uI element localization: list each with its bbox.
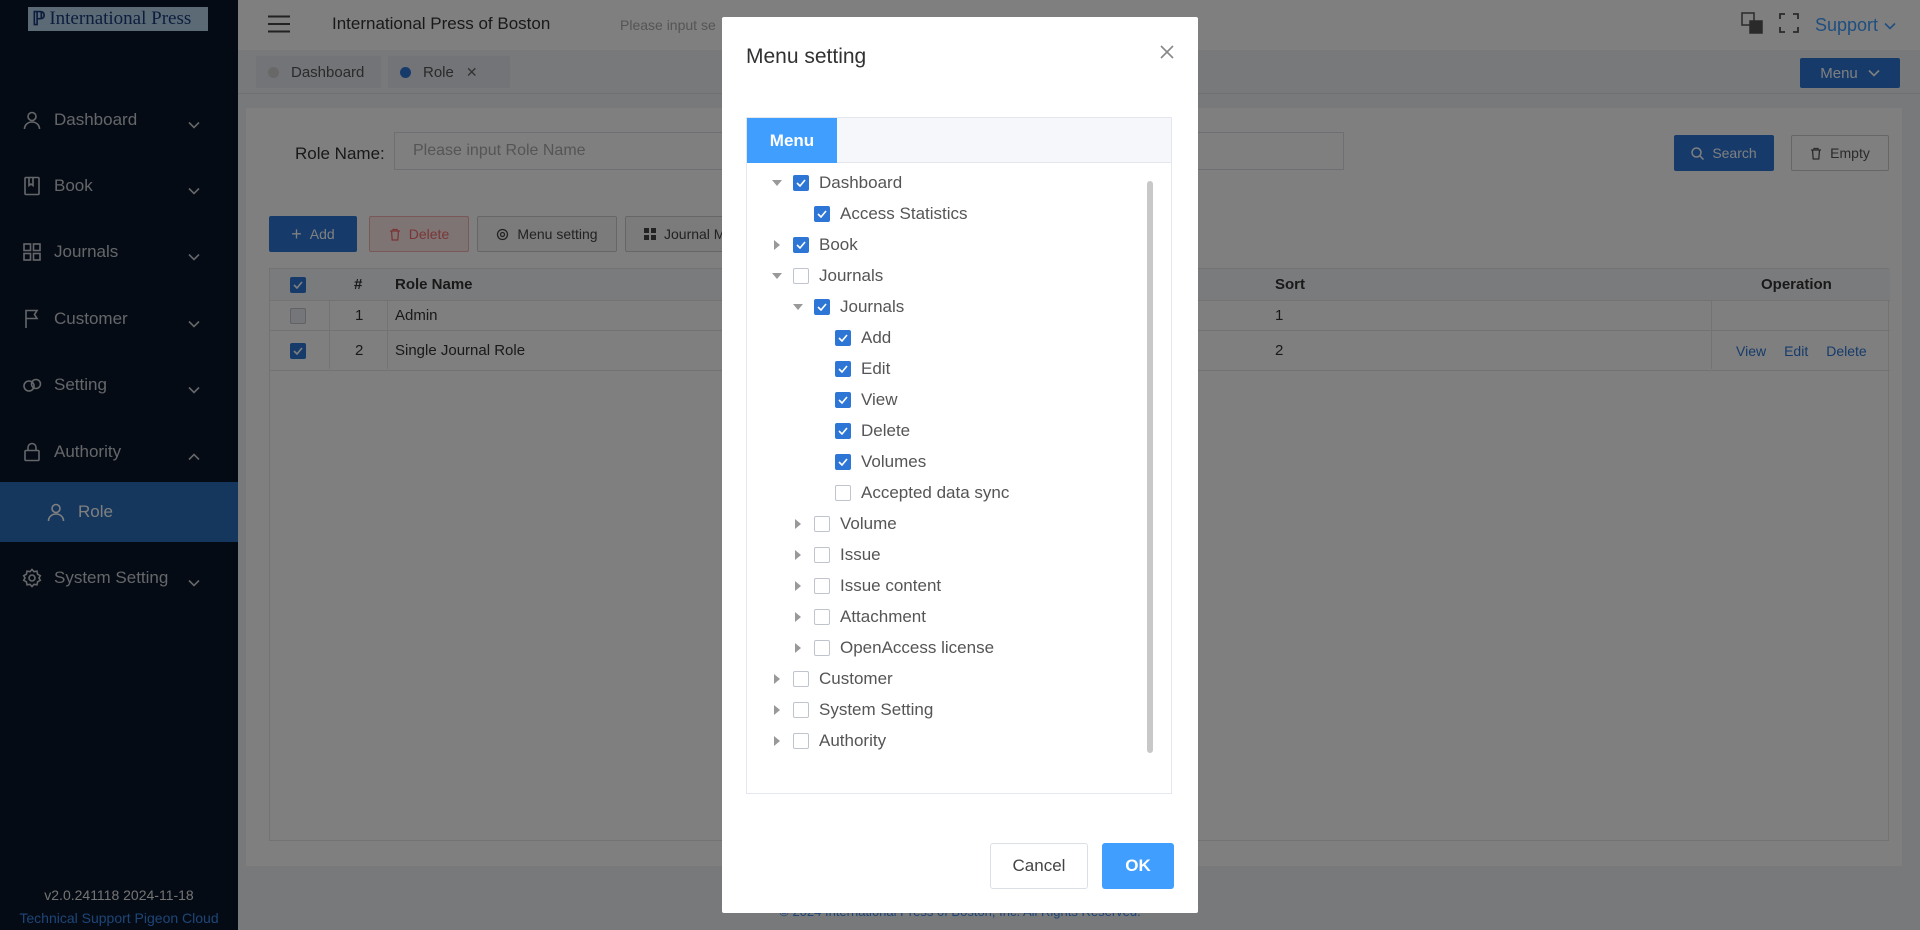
tree-node[interactable]: Issue content: [792, 571, 941, 601]
caret-right-icon[interactable]: [792, 549, 804, 561]
check-icon: [838, 334, 848, 342]
tree-checkbox[interactable]: [835, 485, 851, 501]
tree-node-label: Book: [819, 235, 858, 254]
ok-button[interactable]: OK: [1102, 843, 1174, 889]
tree-checkbox[interactable]: [814, 516, 830, 532]
check-icon: [838, 365, 848, 373]
tree-node-label: Attachment: [840, 607, 926, 626]
tree-scrollbar[interactable]: [1147, 181, 1153, 753]
tree-checkbox[interactable]: [835, 423, 851, 439]
tree-node[interactable]: OpenAccess license: [792, 633, 994, 663]
tree-node[interactable]: Journals: [771, 261, 883, 291]
tree-node[interactable]: Delete: [813, 416, 910, 446]
menu-tree-panel: Menu Dashboard Access Statistics Book Journ…: [746, 117, 1172, 794]
tree-node[interactable]: Book: [771, 230, 858, 260]
caret-down-icon[interactable]: [771, 177, 783, 189]
tree-node-label: Issue: [840, 545, 881, 564]
dialog-title: Menu setting: [746, 45, 867, 68]
tree-checkbox[interactable]: [835, 392, 851, 408]
tree-node-label: Volume: [840, 514, 897, 533]
tree-checkbox[interactable]: [835, 454, 851, 470]
tree-checkbox[interactable]: [814, 640, 830, 656]
cancel-button[interactable]: Cancel: [990, 843, 1088, 889]
tree-node[interactable]: Volumes: [813, 447, 926, 477]
tree-node[interactable]: Accepted data sync: [813, 478, 1009, 508]
tree-checkbox[interactable]: [793, 733, 809, 749]
tree-tabs: Menu: [747, 118, 1171, 163]
caret-right-icon[interactable]: [771, 704, 783, 716]
tree-node-label: View: [861, 390, 898, 409]
tree-checkbox[interactable]: [814, 206, 830, 222]
caret-right-icon[interactable]: [792, 518, 804, 530]
tree-node[interactable]: Authority: [771, 726, 886, 756]
tree-node-label: Access Statistics: [840, 204, 968, 223]
menu-setting-dialog: Menu setting Menu Dashboard Access Statis…: [722, 17, 1198, 913]
tree-node-label: Edit: [861, 359, 891, 378]
tree-node[interactable]: Add: [813, 323, 891, 353]
tree-node-label: Authority: [819, 731, 887, 750]
tree-checkbox[interactable]: [835, 330, 851, 346]
close-icon[interactable]: [1160, 45, 1174, 64]
tree-node[interactable]: System Setting: [771, 695, 933, 725]
tree-node-label: Dashboard: [819, 173, 903, 192]
caret-right-icon[interactable]: [771, 673, 783, 685]
tree-checkbox[interactable]: [814, 547, 830, 563]
check-icon: [796, 241, 806, 249]
tree-node[interactable]: Attachment: [792, 602, 926, 632]
tree-checkbox[interactable]: [814, 578, 830, 594]
check-icon: [796, 179, 806, 187]
check-icon: [838, 458, 848, 466]
check-icon: [838, 396, 848, 404]
tree-node-label: Journals: [819, 266, 884, 285]
tree-node-label: Issue content: [840, 576, 942, 595]
tree-checkbox[interactable]: [793, 175, 809, 191]
tree-node-label: Add: [861, 328, 892, 347]
tree-checkbox[interactable]: [793, 237, 809, 253]
tree-node-label: Customer: [819, 669, 893, 688]
tree-node[interactable]: Customer: [771, 664, 893, 694]
caret-right-icon[interactable]: [792, 642, 804, 654]
caret-right-icon[interactable]: [771, 239, 783, 251]
caret-right-icon[interactable]: [792, 611, 804, 623]
tree-node[interactable]: Volume: [792, 509, 897, 539]
caret-right-icon[interactable]: [792, 580, 804, 592]
tree-node-label: Journals: [840, 297, 905, 316]
caret-down-icon[interactable]: [771, 270, 783, 282]
tree-node[interactable]: Access Statistics: [792, 199, 968, 229]
check-icon: [817, 210, 827, 218]
tree-node-label: System Setting: [819, 700, 934, 719]
tree-node-label: Volumes: [861, 452, 927, 471]
tree-node-label: OpenAccess license: [840, 638, 995, 657]
tree-node[interactable]: Dashboard: [771, 168, 902, 198]
tree-node[interactable]: Journals: [792, 292, 904, 322]
tree-checkbox[interactable]: [793, 702, 809, 718]
tab-menu[interactable]: Menu: [747, 118, 837, 163]
tree-checkbox[interactable]: [793, 671, 809, 687]
check-icon: [817, 303, 827, 311]
tree-node[interactable]: Issue: [792, 540, 881, 570]
tree-node-label: Accepted data sync: [861, 483, 1010, 502]
caret-right-icon[interactable]: [771, 735, 783, 747]
tree-node[interactable]: Edit: [813, 354, 890, 384]
tree-checkbox[interactable]: [814, 609, 830, 625]
caret-down-icon[interactable]: [792, 301, 804, 313]
tree-node-label: Delete: [861, 421, 911, 440]
tree-checkbox[interactable]: [814, 299, 830, 315]
tree-checkbox[interactable]: [835, 361, 851, 377]
tree-checkbox[interactable]: [793, 268, 809, 284]
tree-node[interactable]: View: [813, 385, 898, 415]
check-icon: [838, 427, 848, 435]
